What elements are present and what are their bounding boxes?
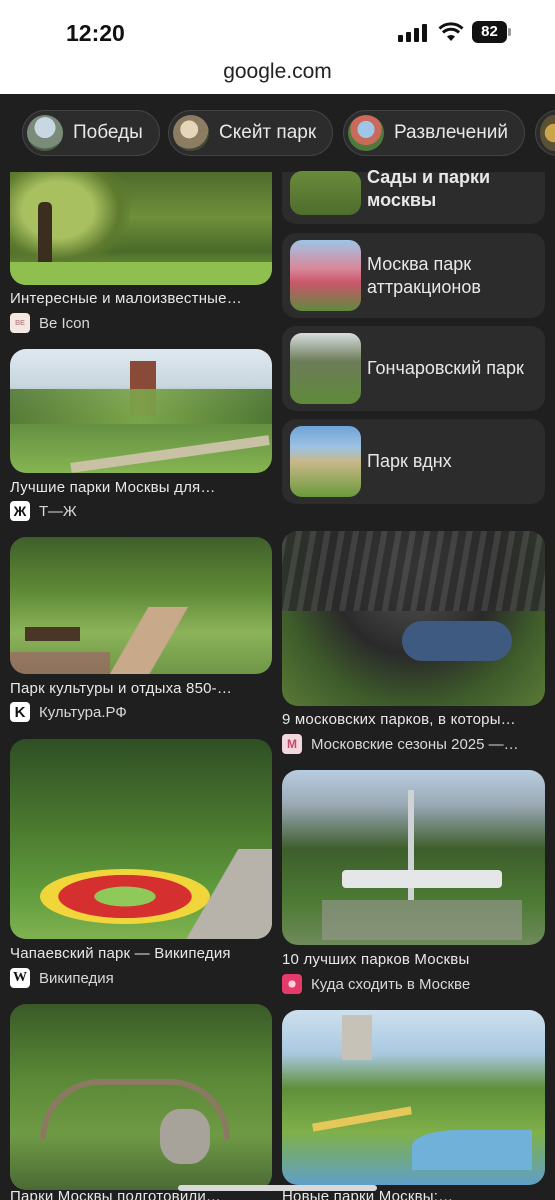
cellular-signal-icon xyxy=(398,24,428,42)
result-image[interactable] xyxy=(10,739,272,939)
chip-entertainment[interactable]: Развлечений xyxy=(343,110,525,156)
related-thumbnail xyxy=(290,171,361,215)
chip-more[interactable] xyxy=(535,110,555,156)
related-label: Парк вднх xyxy=(367,451,452,471)
source-label: Культура.РФ xyxy=(39,703,127,721)
related-search-amusement-park[interactable]: Москва парк аттракционов xyxy=(282,233,545,318)
result-image[interactable] xyxy=(10,537,272,674)
wikipedia-favicon-icon: W xyxy=(10,968,30,988)
battery-icon: 82 xyxy=(472,21,512,43)
source-label: Т—Ж xyxy=(39,502,77,520)
result-source[interactable]: BE Be Icon xyxy=(10,313,90,333)
result-image[interactable] xyxy=(282,1010,545,1185)
result-title[interactable]: Чапаевский парк — Википедия xyxy=(10,945,272,962)
chip-thumbnail xyxy=(173,115,209,151)
source-label: Московские сезоны 2025 —… xyxy=(311,735,519,753)
home-indicator[interactable] xyxy=(178,1185,377,1191)
chip-skate-park[interactable]: Скейт парк xyxy=(168,110,334,156)
chip-thumbnail xyxy=(27,115,63,151)
related-thumbnail xyxy=(290,426,361,497)
source-label: Википедия xyxy=(39,969,114,987)
result-image[interactable] xyxy=(282,770,545,945)
related-search-vdnh[interactable]: Парк вднх xyxy=(282,419,545,504)
related-thumbnail xyxy=(290,333,361,404)
related-label: Гончаровский парк xyxy=(367,358,524,378)
result-source[interactable]: K Культура.РФ xyxy=(10,702,127,722)
result-title[interactable]: Парк культуры и отдыха 850-… xyxy=(10,680,272,697)
related-search-gardens[interactable]: Сады и парки москвы xyxy=(282,167,545,224)
moscow-seasons-favicon-icon: M xyxy=(282,734,302,754)
result-image[interactable] xyxy=(10,349,272,473)
result-title[interactable]: 9 московских парков, в которы… xyxy=(282,711,545,728)
result-source[interactable]: M Московские сезоны 2025 —… xyxy=(282,734,519,754)
result-source[interactable]: Куда сходить в Москве xyxy=(282,974,470,994)
battery-level: 82 xyxy=(472,21,507,43)
wifi-icon xyxy=(438,22,464,41)
status-time: 12:20 xyxy=(66,20,125,46)
tzh-favicon-icon: Ж xyxy=(10,501,30,521)
chip-label: Скейт парк xyxy=(219,122,317,143)
chip-label: Победы xyxy=(73,122,143,143)
address-bar[interactable]: google.com xyxy=(0,60,555,84)
source-label: Куда сходить в Москве xyxy=(311,975,471,993)
be-icon-favicon-icon: BE xyxy=(10,313,30,333)
related-label: Сады и парки москвы xyxy=(367,167,491,210)
related-thumbnail xyxy=(290,240,361,311)
result-source[interactable]: Ж Т—Ж xyxy=(10,501,77,521)
refinement-chips: Победы Скейт парк Развлечений xyxy=(0,94,555,172)
result-image[interactable] xyxy=(282,531,545,706)
kultura-rf-favicon-icon: K xyxy=(10,702,30,722)
result-title[interactable]: 10 лучших парков Москвы xyxy=(282,951,545,968)
kuda-skhodit-favicon-icon xyxy=(282,974,302,994)
result-title[interactable]: Интересные и малоизвестные… xyxy=(10,290,272,307)
source-label: Be Icon xyxy=(39,314,90,332)
related-label: Москва парк аттракционов xyxy=(367,253,481,297)
result-title[interactable]: Лучшие парки Москвы для… xyxy=(10,479,272,496)
chip-thumbnail xyxy=(540,115,555,151)
browser-header: 12:20 82 google.com xyxy=(0,0,555,94)
result-image[interactable] xyxy=(10,172,272,285)
chip-pobedy[interactable]: Победы xyxy=(22,110,160,156)
result-source[interactable]: W Википедия xyxy=(10,968,114,988)
related-search-goncharovsky[interactable]: Гончаровский парк xyxy=(282,326,545,411)
chip-label: Развлечений xyxy=(394,122,508,143)
chip-thumbnail xyxy=(348,115,384,151)
result-image[interactable] xyxy=(10,1004,272,1190)
